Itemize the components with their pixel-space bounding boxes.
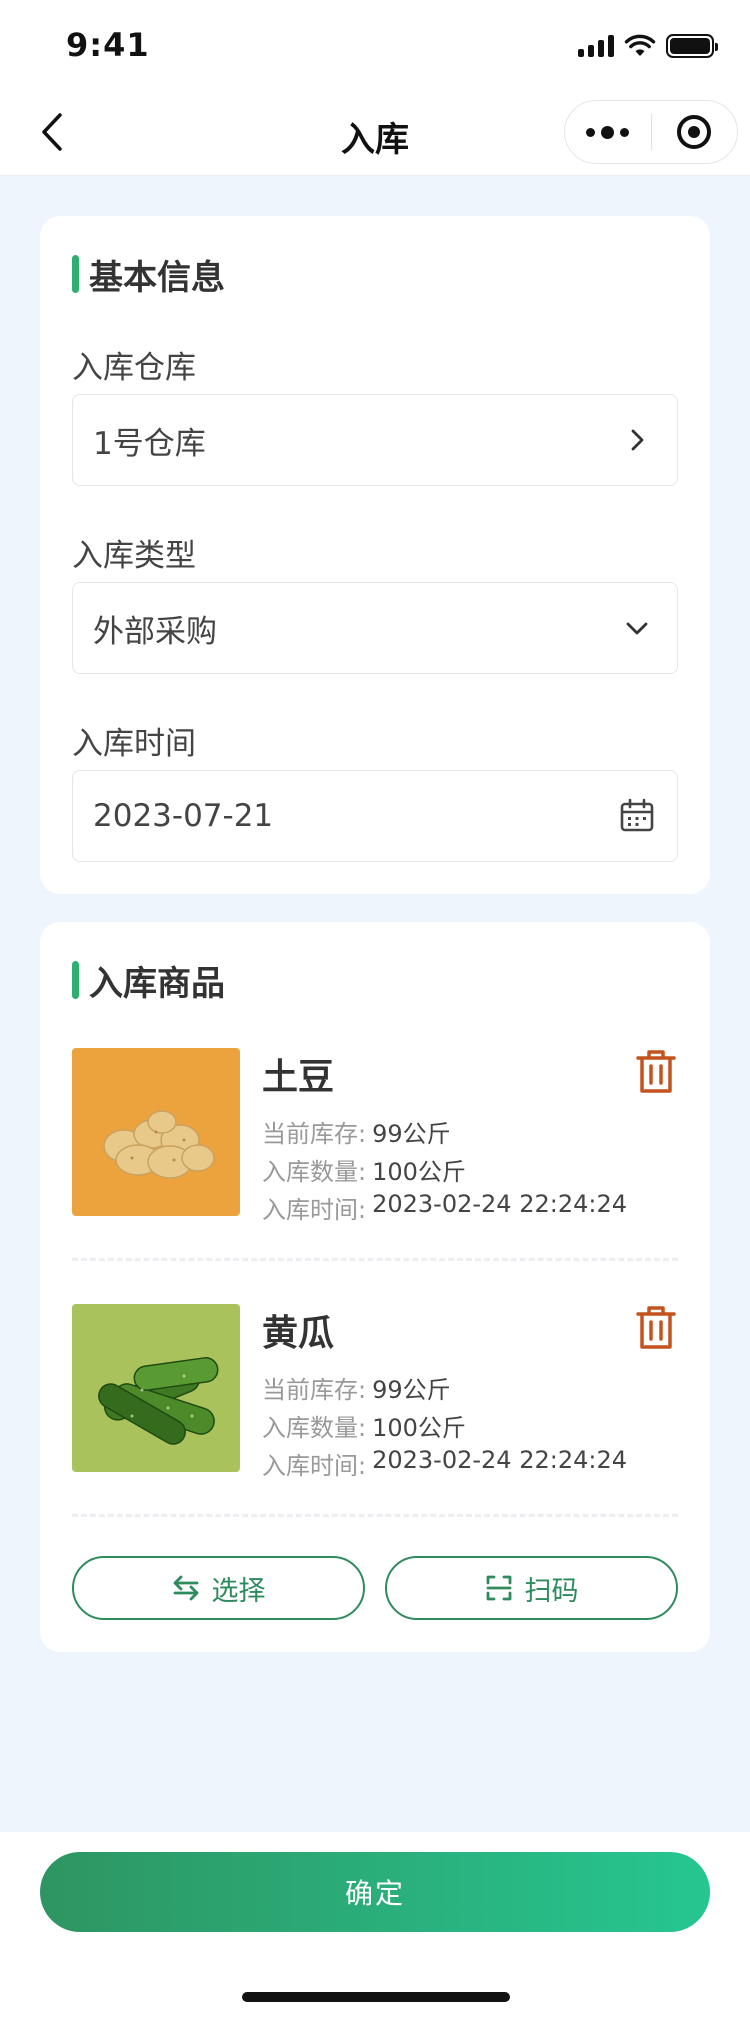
scan-icon [486, 1575, 511, 1601]
cellular-signal-icon [578, 35, 614, 57]
scan-button[interactable]: 扫码 [385, 1556, 678, 1620]
qty-label: 入库数量: [262, 1158, 367, 1186]
section-title: 基本信息 [89, 257, 225, 298]
delete-button[interactable] [634, 1048, 678, 1096]
status-time: 9:41 [66, 26, 150, 64]
swap-icon [173, 1575, 198, 1601]
status-icons [578, 34, 718, 58]
date-picker[interactable]: 2023-07-21 [72, 770, 678, 862]
basic-info-card: 基本信息 入库仓库 1号仓库 入库类型 外部采购 入库时间 2023-07-21 [40, 216, 710, 894]
time-label: 入库时间 [72, 726, 196, 762]
delete-button[interactable] [634, 1304, 678, 1352]
time-row: 入库时间: 2023-02-24 22:24:24 [262, 1446, 627, 1481]
select-goods-button[interactable]: 选择 [72, 1556, 365, 1620]
time-label: 入库时间: [262, 1196, 367, 1224]
goods-action-row: 选择 扫码 [72, 1556, 678, 1620]
qty-row: 入库数量: 100公斤 [262, 1408, 466, 1443]
type-value: 外部采购 [93, 613, 217, 650]
date-value: 2023-07-21 [93, 798, 274, 834]
stock-label: 当前库存: [262, 1120, 367, 1148]
stock-value: 99公斤 [372, 1120, 451, 1148]
battery-icon [666, 34, 718, 58]
status-bar: 9:41 [0, 0, 750, 88]
section-accent-bar [72, 255, 79, 293]
type-dropdown[interactable]: 外部采购 [72, 582, 678, 674]
stock-row: 当前库存: 99公斤 [262, 1370, 451, 1405]
qty-value: 100公斤 [372, 1158, 466, 1186]
stock-label: 当前库存: [262, 1376, 367, 1404]
time-label: 入库时间: [262, 1452, 367, 1480]
cucumber-image [72, 1304, 240, 1472]
section-accent-bar [72, 961, 79, 999]
type-label: 入库类型 [72, 538, 196, 574]
trash-icon [636, 1306, 676, 1349]
close-mini-program-button[interactable] [652, 100, 738, 164]
product-item[interactable]: 土豆 当前库存: 99公斤 入库数量: 100公斤 入库时间: 2023-02-… [72, 1048, 678, 1224]
qty-row: 入库数量: 100公斤 [262, 1152, 466, 1187]
time-value: 2023-02-24 22:24:24 [372, 1190, 627, 1218]
product-name: 土豆 [262, 1057, 335, 1098]
stock-value: 99公斤 [372, 1376, 451, 1404]
more-button[interactable] [565, 100, 651, 164]
navigation-bar: 入库 [0, 88, 750, 176]
qty-label: 入库数量: [262, 1414, 367, 1442]
basic-info-header: 基本信息 [72, 254, 225, 298]
target-icon [677, 115, 712, 149]
trash-icon [636, 1050, 676, 1093]
warehouse-value: 1号仓库 [93, 425, 206, 462]
goods-card: 入库商品 土豆 当前库存: 99公斤 入库数量: 100公斤 入库时间: 202… [40, 922, 710, 1652]
goods-header: 入库商品 [72, 960, 225, 1004]
select-label: 选择 [211, 1575, 266, 1607]
qty-value: 100公斤 [372, 1414, 466, 1442]
product-name: 黄瓜 [262, 1313, 335, 1354]
wifi-icon [624, 34, 656, 56]
stock-row: 当前库存: 99公斤 [262, 1114, 451, 1149]
time-row: 入库时间: 2023-02-24 22:24:24 [262, 1190, 627, 1225]
footer-bar: 确定 [0, 1832, 750, 2018]
scan-label: 扫码 [524, 1575, 579, 1607]
home-indicator [242, 1992, 510, 2002]
warehouse-selector[interactable]: 1号仓库 [72, 394, 678, 486]
time-value: 2023-02-24 22:24:24 [372, 1446, 627, 1474]
potato-image [72, 1048, 240, 1216]
chevron-down-icon [617, 608, 657, 648]
dashed-divider [72, 1514, 678, 1517]
section-title: 入库商品 [89, 963, 225, 1004]
dashed-divider [72, 1258, 678, 1261]
confirm-button[interactable]: 确定 [40, 1852, 710, 1932]
calendar-icon [617, 796, 657, 836]
chevron-right-icon [617, 420, 657, 460]
warehouse-label: 入库仓库 [72, 350, 196, 386]
product-item[interactable]: 黄瓜 当前库存: 99公斤 入库数量: 100公斤 入库时间: 2023-02-… [72, 1304, 678, 1480]
mini-program-capsule [564, 100, 738, 164]
